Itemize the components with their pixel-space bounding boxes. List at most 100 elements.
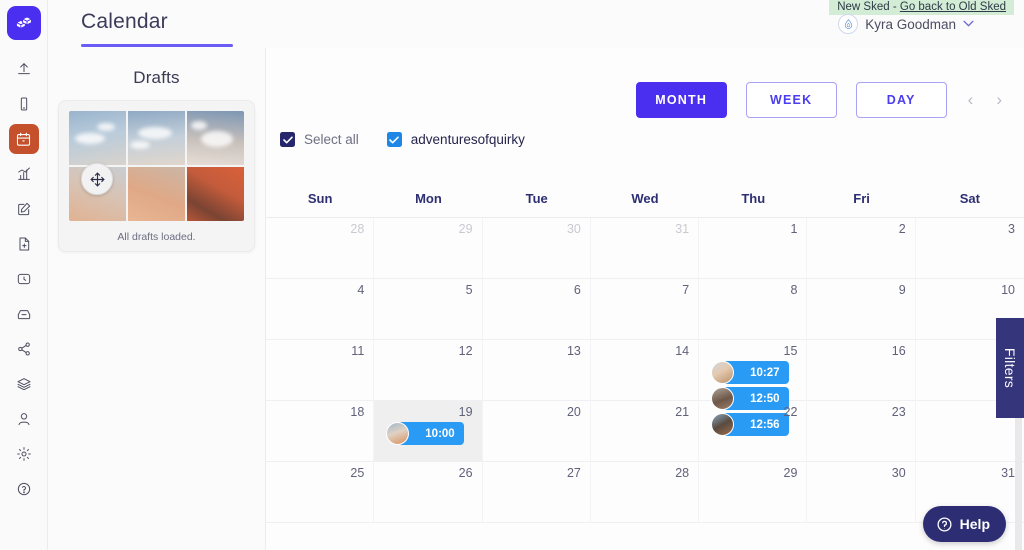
drafts-card[interactable]: All drafts loaded. (58, 100, 255, 252)
draft-thumbnail[interactable] (187, 167, 244, 221)
event-thumbnail (711, 413, 735, 436)
view-day-button[interactable]: DAY (855, 82, 947, 118)
help-icon (17, 482, 30, 496)
day-number: 20 (566, 405, 581, 419)
next-period-button[interactable]: › (994, 90, 1004, 110)
day-number: 11 (351, 344, 365, 358)
help-button[interactable]: Help (922, 506, 1006, 542)
day-number: 31 (1001, 466, 1015, 480)
draft-thumbnail[interactable] (128, 111, 185, 165)
calendar-event[interactable]: 10:00 (386, 422, 472, 445)
sidebar-item-mobile[interactable] (9, 89, 39, 119)
clock-icon (17, 273, 30, 285)
prev-period-button[interactable]: ‹ (966, 90, 976, 110)
sidebar-rail (0, 0, 48, 550)
account-filter-row: Select all adventuresofquirky (280, 132, 525, 147)
calendar-day-cell[interactable]: 25 (266, 462, 375, 522)
calendar-week-row: 28 29 30 31 1 2 3 (266, 218, 1024, 279)
new-sked-prefix: New Sked - (837, 1, 900, 13)
app-logo[interactable] (6, 6, 41, 40)
day-number: 10 (1001, 283, 1015, 297)
calendar-day-cell[interactable]: 6 (483, 279, 591, 339)
sidebar-item-document[interactable] (9, 229, 39, 259)
go-back-old-sked-link[interactable]: Go back to Old Sked (900, 1, 1006, 13)
calendar-day-cell[interactable]: 3 (916, 218, 1024, 278)
calendar-day-cell[interactable]: 30 (483, 218, 591, 278)
calendar-day-cell[interactable]: 27 (483, 462, 591, 522)
weekday-header: Sun (307, 191, 333, 206)
day-number: 25 (350, 466, 365, 480)
calendar-day-cell[interactable]: 9 (807, 279, 916, 339)
calendar-area: MONTH WEEK DAY ‹ › Select all adventures… (266, 48, 1024, 550)
filters-tab[interactable]: Filters (996, 318, 1024, 418)
calendar-day-cell[interactable]: 29 (699, 462, 808, 522)
user-icon (18, 413, 29, 426)
sidebar-item-calendar[interactable] (8, 124, 39, 154)
calendar-day-cell[interactable]: 1 (699, 218, 808, 278)
calendar-day-cell[interactable]: 31 (591, 218, 700, 278)
move-cursor-icon (81, 163, 113, 195)
weekday-header-row: Sun Mon Tue Wed Thu Fri Sat (266, 180, 1024, 218)
day-number: 21 (675, 405, 690, 419)
calendar-day-cell[interactable]: 4 (266, 279, 375, 339)
calendar-day-cell[interactable]: 5 (374, 279, 483, 339)
weekday-header: Thu (741, 191, 766, 206)
account-label: adventuresofquirky (410, 132, 525, 147)
sidebar-item-analytics[interactable] (9, 159, 39, 189)
sidebar-item-layers[interactable] (9, 369, 39, 399)
day-number: 23 (891, 405, 906, 419)
day-number: 7 (682, 283, 690, 297)
day-number: 16 (891, 344, 906, 358)
day-number: 9 (898, 283, 906, 297)
sidebar-item-upload[interactable] (9, 54, 39, 84)
calendar-week-row: 181910:002021222324 (266, 401, 1024, 462)
calendar-day-cell[interactable]: 21 (591, 401, 700, 461)
new-sked-banner: New Sked - Go back to Old Sked (829, 0, 1014, 15)
draft-thumbnail[interactable] (128, 167, 185, 221)
sidebar-item-clock[interactable] (9, 264, 39, 294)
sidebar-item-inbox[interactable] (9, 299, 39, 329)
sidebar-item-share[interactable] (9, 334, 39, 364)
check-icon (389, 135, 400, 143)
event-thumbnail (711, 387, 735, 410)
sidebar-item-compose[interactable] (9, 194, 39, 224)
checkbox-box (280, 132, 295, 147)
calendar-app: Calendar New Sked - Go back to Old Sked … (0, 0, 1024, 550)
draft-thumbnail[interactable] (187, 111, 244, 165)
calendar-day-cell[interactable]: 28 (591, 462, 700, 522)
calendar-day-cell[interactable]: 8 (699, 279, 808, 339)
day-number: 30 (566, 222, 581, 236)
inbox-icon (17, 310, 30, 320)
draft-thumbnail[interactable] (69, 111, 126, 165)
view-month-button[interactable]: MONTH (635, 82, 727, 118)
calendar-grid: 28 29 30 31 1 2 3 4 5 6 7 8 9 10 11 12 13 14 15 10:27 12:50 1… (266, 218, 1024, 550)
mobile-icon (20, 97, 27, 111)
user-name: Kyra Goodman (865, 16, 956, 32)
select-all-label: Select all (304, 132, 359, 147)
calendar-day-cell[interactable]: 20 (483, 401, 591, 461)
calendar-day-cell[interactable]: 18 (266, 401, 375, 461)
calendar-event[interactable]: 10:27 (711, 361, 797, 384)
day-number: 18 (350, 405, 365, 419)
view-week-button[interactable]: WEEK (745, 82, 837, 118)
sidebar-item-help[interactable] (9, 474, 39, 504)
day-number: 3 (1008, 222, 1015, 236)
user-menu[interactable]: Kyra Goodman (838, 14, 974, 34)
calendar-day-cell[interactable]: 26 (374, 462, 483, 522)
event-thumbnail (711, 361, 735, 384)
calendar-day-cell[interactable]: 19 10:00 (374, 401, 483, 461)
view-controls: MONTH WEEK DAY ‹ › (635, 82, 1004, 118)
calendar-day-cell[interactable]: 29 (374, 218, 483, 278)
calendar-day-cell[interactable]: 23 (807, 401, 916, 461)
sidebar-item-user[interactable] (9, 404, 39, 434)
select-all-checkbox[interactable]: Select all (280, 132, 359, 147)
active-tab-underline (81, 44, 233, 47)
calendar-day-cell[interactable]: 2 (807, 218, 916, 278)
account-checkbox-adventuresofquirky[interactable]: adventuresofquirky (386, 132, 525, 147)
calendar-day-cell[interactable]: 7 (591, 279, 700, 339)
calendar-day-cell[interactable]: 30 (807, 462, 916, 522)
day-number: 31 (675, 222, 690, 236)
layers-icon (17, 378, 30, 391)
sidebar-item-settings[interactable] (9, 439, 39, 469)
calendar-day-cell[interactable]: 28 (266, 218, 375, 278)
